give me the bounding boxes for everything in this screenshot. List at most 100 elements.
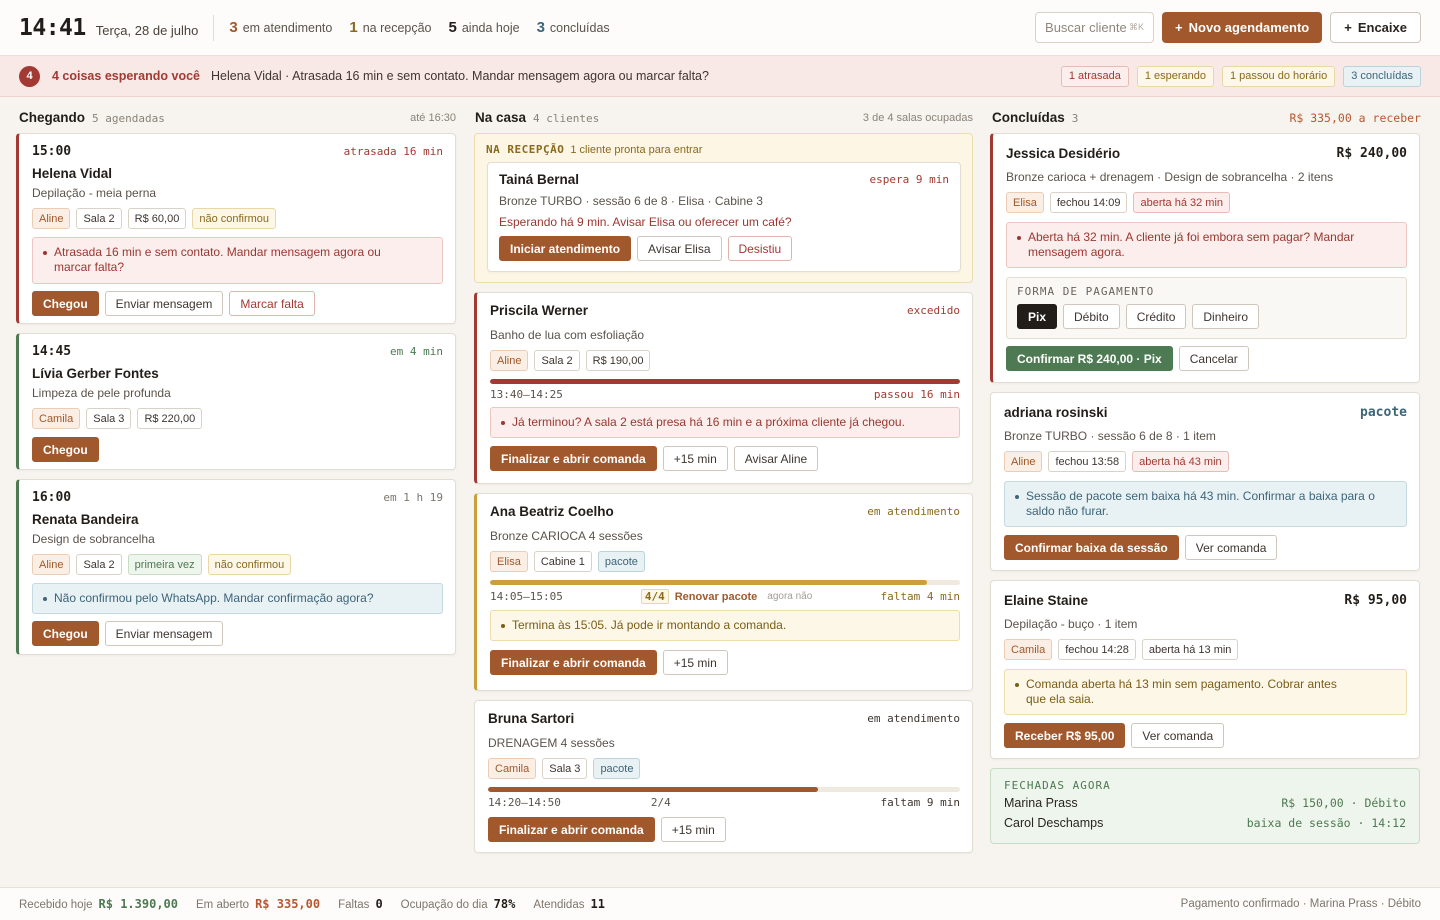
notify-professional-button[interactable]: Avisar Aline — [733, 446, 819, 471]
client-name[interactable]: Priscila Werner — [490, 303, 588, 318]
client-name[interactable]: Elaine Staine — [1004, 593, 1088, 608]
mark-no-show-button[interactable]: Marcar falta — [229, 291, 315, 316]
plus-icon: + — [1344, 20, 1352, 35]
alert-bar: 4 4 coisas esperando você Helena Vidal ·… — [0, 56, 1440, 97]
column-title: Concluídas — [992, 110, 1065, 125]
renew-package-link[interactable]: Renovar pacote — [675, 591, 758, 603]
finish-open-tab-button[interactable]: Finalizar e abrir comanda — [488, 817, 655, 842]
new-appointment-button[interactable]: + Novo agendamento — [1162, 12, 1323, 43]
service-name: Limpeza de pele profunda — [32, 386, 171, 400]
stat-in-service[interactable]: 3 em atendimento — [229, 19, 332, 36]
tab-total: R$ 240,00 — [1336, 146, 1407, 161]
open-time-tag: aberta há 13 min — [1141, 639, 1239, 660]
arrived-button[interactable]: Chegou — [32, 437, 99, 462]
filter-waiting[interactable]: 1 esperando — [1136, 65, 1214, 87]
closed-time-tag: fechou 14:09 — [1049, 192, 1128, 213]
filter-overtime[interactable]: 1 passou do horário — [1222, 65, 1336, 87]
reception-subtitle: 1 cliente pronta para entrar — [570, 144, 703, 156]
column-count: 4 clientes — [533, 112, 600, 125]
send-message-button[interactable]: Enviar mensagem — [104, 621, 224, 646]
professional-tag: Camila — [1004, 639, 1053, 660]
client-name[interactable]: Tainá Bernal — [499, 172, 579, 187]
alert-title[interactable]: 4 coisas esperando você — [52, 69, 200, 83]
session-counter: 2/4 — [650, 796, 671, 809]
reception-card[interactable]: Tainá Bernal espera 9 min Bronze TURBO · … — [487, 162, 961, 272]
status-badge: em atendimento — [867, 712, 960, 725]
stat-reception[interactable]: 1 na recepção — [349, 19, 431, 36]
filter-done[interactable]: 3 concluídas — [1343, 65, 1421, 87]
time-range: 13:40–14:25 — [490, 388, 563, 401]
payment-method-label: FORMA DE PAGAMENTO — [1017, 285, 1155, 298]
client-name[interactable]: Ana Beatriz Coelho — [490, 504, 614, 519]
overtime-label: passou 16 min — [873, 388, 960, 401]
appointment-time: 15:00 — [32, 144, 72, 159]
open-time-tag: aberta há 32 min — [1133, 192, 1231, 213]
service-name: Design de sobrancelha — [32, 532, 155, 546]
arrived-button[interactable]: Chegou — [32, 621, 99, 646]
info-note: Termina às 15:05. Já pode ir montando a … — [490, 610, 960, 641]
pay-pix-option[interactable]: Pix — [1017, 304, 1058, 329]
send-message-button[interactable]: Enviar mensagem — [104, 291, 224, 316]
fit-in-button[interactable]: + Encaixe — [1330, 12, 1421, 43]
professional-tag: Aline — [32, 554, 71, 575]
closed-row[interactable]: Carol Deschamps baixa de sessão · 14:12 — [1004, 816, 1406, 830]
session-counter: 4/4 — [640, 589, 669, 604]
view-tab-button[interactable]: Ver comanda — [1131, 723, 1225, 748]
appointment-card[interactable]: 15:00 atrasada 16 min Helena Vidal Depila… — [16, 133, 456, 324]
pay-cash-option[interactable]: Dinheiro — [1192, 304, 1260, 329]
client-name: Marina Prass — [1004, 796, 1078, 810]
closed-row[interactable]: Marina Prass R$ 150,00 · Débito — [1004, 796, 1406, 810]
finish-open-tab-button[interactable]: Finalizar e abrir comanda — [490, 446, 657, 471]
in-service-card[interactable]: Priscila Werner excedido Banho de lua com… — [474, 292, 973, 484]
receive-payment-button[interactable]: Receber R$ 95,00 — [1004, 723, 1126, 748]
confirm-payment-button[interactable]: Confirmar R$ 240,00 · Pix — [1006, 346, 1173, 371]
client-name[interactable]: Renata Bandeira — [32, 512, 443, 527]
status-badge: atrasada 16 min — [343, 145, 443, 158]
view-tab-button[interactable]: Ver comanda — [1184, 535, 1278, 560]
arrived-button[interactable]: Chegou — [32, 291, 99, 316]
pay-credit-option[interactable]: Crédito — [1125, 304, 1187, 329]
add-15-min-button[interactable]: +15 min — [662, 446, 728, 471]
client-name[interactable]: adriana rosinski — [1004, 405, 1108, 420]
column-title: Chegando — [19, 110, 85, 125]
confirm-session-button[interactable]: Confirmar baixa da sessão — [1004, 535, 1179, 560]
payment-method-box: FORMA DE PAGAMENTO Pix Débito Crédito Di… — [1006, 277, 1407, 339]
gave-up-button[interactable]: Desistiu — [727, 236, 793, 261]
notify-professional-button[interactable]: Avisar Elisa — [637, 236, 722, 261]
finish-open-tab-button[interactable]: Finalizar e abrir comanda — [490, 650, 657, 675]
price-tag: R$ 190,00 — [585, 350, 651, 371]
dismiss-link[interactable]: agora não — [767, 591, 812, 602]
client-name[interactable]: Helena Vidal — [32, 166, 443, 181]
cancel-button[interactable]: Cancelar — [1178, 346, 1249, 371]
current-date: Terça, 28 de julho — [95, 22, 199, 38]
in-service-card[interactable]: Bruna Sartori em atendimento DRENAGEM 4 s… — [474, 700, 973, 853]
package-label: pacote — [1360, 405, 1407, 420]
client-name[interactable]: Bruna Sartori — [488, 711, 574, 726]
completed-card[interactable]: adriana rosinski pacote Bronze TURBO · se… — [990, 392, 1420, 571]
stat-done[interactable]: 3 concluídas — [537, 19, 610, 36]
column-completed: Concluídas 3 R$ 335,00 a receber — [992, 97, 1421, 138]
in-service-card[interactable]: Ana Beatriz Coelho em atendimento Bronze … — [474, 493, 973, 691]
start-service-button[interactable]: Iniciar atendimento — [499, 236, 632, 261]
wait-warning: Esperando há 9 min. Avisar Elisa ou ofer… — [499, 215, 792, 229]
add-15-min-button[interactable]: +15 min — [662, 650, 728, 675]
client-name[interactable]: Lívia Gerber Fontes — [32, 366, 443, 381]
add-15-min-button[interactable]: +15 min — [660, 817, 726, 842]
top-bar: 14:41 Terça, 28 de julho 3 em atendimento… — [0, 0, 1440, 56]
search-input[interactable]: Buscar cliente ⌘K — [1035, 12, 1155, 43]
received-today: Recebido hoje R$ 1.390,00 — [19, 897, 179, 911]
receivable-total: R$ 335,00 a receber — [1289, 110, 1421, 125]
service-name: DRENAGEM 4 sessões — [488, 736, 615, 750]
pay-debit-option[interactable]: Débito — [1063, 304, 1120, 329]
stat-remaining[interactable]: 5 ainda hoje — [449, 19, 520, 36]
filter-late[interactable]: 1 atrasada — [1060, 65, 1129, 87]
completed-card[interactable]: Jessica Desidério R$ 240,00 Bronze carioc… — [990, 133, 1420, 383]
client-name[interactable]: Jessica Desidério — [1006, 146, 1120, 161]
appointment-card[interactable]: 16:00 em 1 h 19 Renata Bandeira Design de… — [16, 479, 456, 655]
alert-message[interactable]: Helena Vidal · Atrasada 16 min e sem con… — [211, 69, 709, 83]
completed-card[interactable]: Elaine Staine R$ 95,00 Depilação - buço ·… — [990, 580, 1420, 759]
open-time-tag: aberta há 43 min — [1132, 451, 1229, 472]
room-tag: Sala 3 — [542, 758, 588, 779]
info-note: Sessão de pacote sem baixa há 43 min. Co… — [1004, 481, 1407, 527]
appointment-card[interactable]: 14:45 em 4 min Lívia Gerber Fontes Limpez… — [16, 333, 456, 470]
